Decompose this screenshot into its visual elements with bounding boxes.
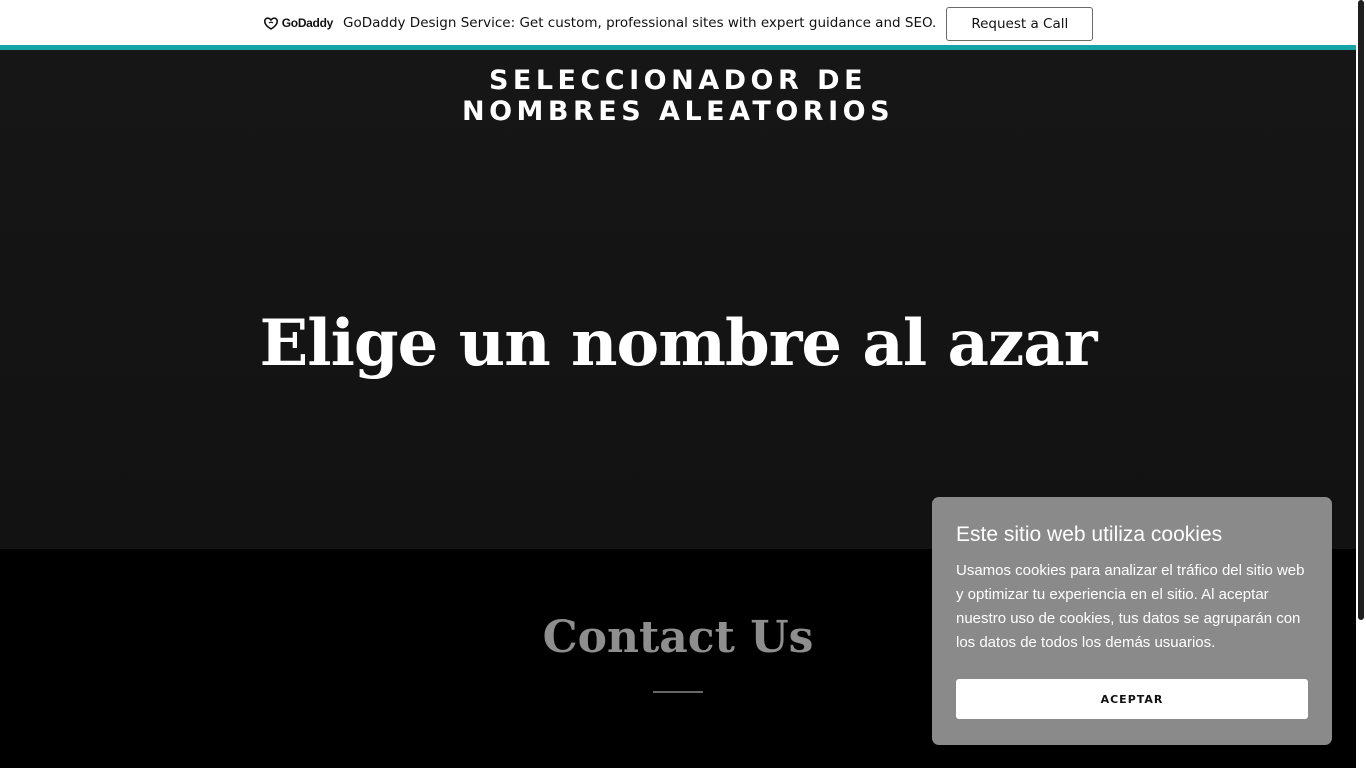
godaddy-logo-text: GoDaddy bbox=[281, 15, 334, 30]
promo-content: GoDaddy GoDaddy Design Service: Get cust… bbox=[263, 4, 1094, 41]
cookie-dialog: Este sitio web utiliza cookies Usamos co… bbox=[932, 497, 1332, 745]
promo-banner: GoDaddy GoDaddy Design Service: Get cust… bbox=[0, 0, 1356, 45]
accept-cookies-button[interactable]: ACEPTAR bbox=[956, 679, 1308, 719]
contact-divider bbox=[653, 691, 703, 693]
scrollbar-thumb[interactable] bbox=[1358, 0, 1364, 620]
godaddy-logo[interactable]: GoDaddy bbox=[263, 16, 333, 30]
promo-text: GoDaddy Design Service: Get custom, prof… bbox=[343, 14, 937, 31]
site-title[interactable]: SELECCIONADOR DE NOMBRES ALEATORIOS bbox=[0, 65, 1356, 127]
godaddy-logo-icon bbox=[263, 16, 278, 30]
cookie-body: Usamos cookies para analizar el tráfico … bbox=[956, 562, 1305, 651]
cookie-title: Este sitio web utiliza cookies bbox=[956, 523, 1223, 546]
site-title-line1: SELECCIONADOR DE bbox=[488, 65, 868, 96]
request-call-button[interactable]: Request a Call bbox=[946, 7, 1094, 41]
hero-heading: Elige un nombre al azar bbox=[259, 306, 1098, 381]
hero-section: SELECCIONADOR DE NOMBRES ALEATORIOS Elig… bbox=[0, 50, 1356, 549]
site-title-line2: NOMBRES ALEATORIOS bbox=[461, 96, 895, 127]
